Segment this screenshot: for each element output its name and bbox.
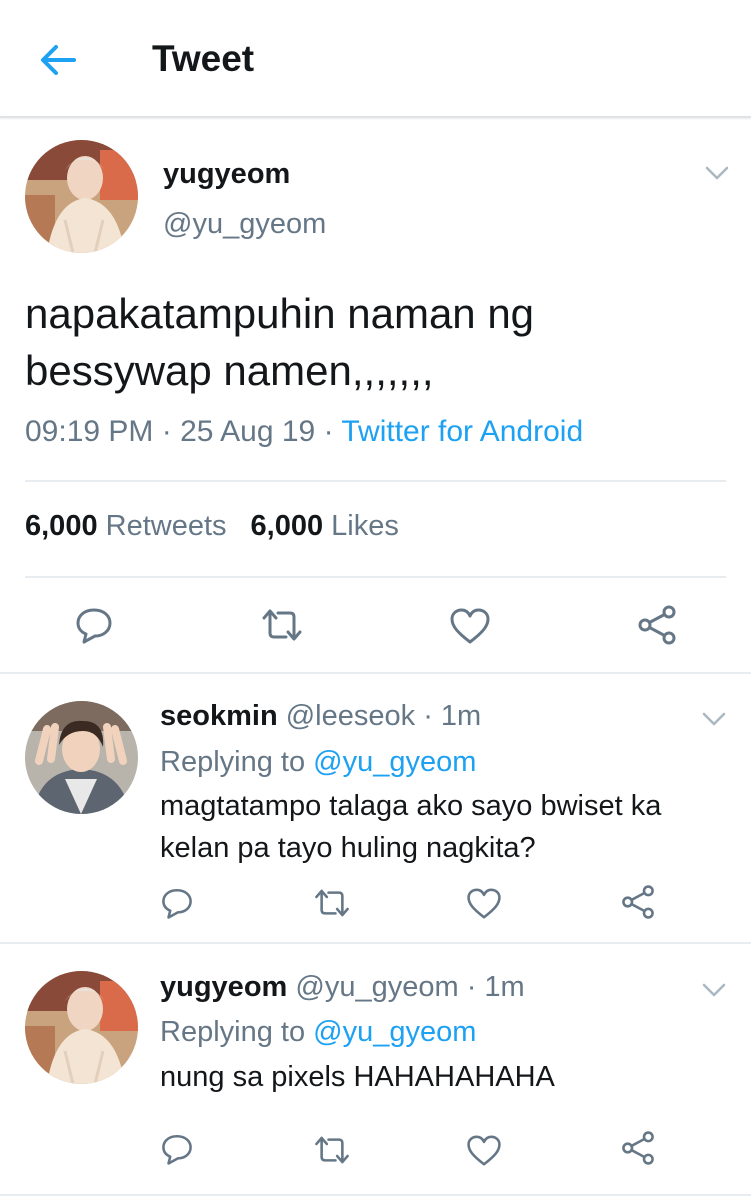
tweet-source-link[interactable]: Twitter for Android [341,415,583,448]
reply-time: 1m [440,700,482,732]
reply-icon[interactable] [74,605,114,645]
avatar[interactable] [25,140,138,253]
tweet-text-line: bessywap namen,,,,,,, [25,347,434,394]
avatar[interactable] [25,971,138,1084]
user-handle[interactable]: @yu_gyeom [295,971,458,1003]
tweet-text-line: napakatampuhin naman ng [25,290,535,337]
replying-handle-link[interactable]: @yu_gyeom [313,1016,476,1048]
meta-separator: · [415,700,441,732]
retweet-count: 6,000 [25,510,98,542]
main-tweet: yugyeom @yu_gyeom napakatampuhin naman n… [0,120,751,674]
share-icon[interactable] [620,884,656,920]
chevron-down-icon[interactable] [701,711,727,727]
meta-separator: · [315,415,342,448]
chevron-down-icon[interactable] [704,165,730,181]
reply-header: yugyeom @yu_gyeom · 1m [160,971,525,1004]
like-count: 6,000 [250,510,324,542]
divider [25,576,726,578]
reply-time: 1m [484,971,525,1003]
app-header: Tweet [0,0,751,118]
user-handle[interactable]: @yu_gyeom [163,208,326,241]
retweet-label: Retweets [105,510,227,542]
retweet-icon[interactable] [313,887,351,919]
display-name[interactable]: yugyeom [163,158,290,191]
share-icon[interactable] [636,604,678,646]
retweet-icon[interactable] [260,607,304,643]
tweet-text: magtatampo talaga ako sayo bwiset ka kel… [160,785,720,869]
user-handle[interactable]: @leeseok [286,700,415,732]
tweet-text: napakatampuhin naman ng bessywap namen,,… [25,285,725,399]
replying-to: Replying to @yu_gyeom [160,1016,476,1049]
replying-handle-link[interactable]: @yu_gyeom [313,746,476,778]
replying-to: Replying to @yu_gyeom [160,746,476,779]
tweet-meta: 09:19 PM · 25 Aug 19 · Twitter for Andro… [25,415,583,449]
reply-icon[interactable] [160,886,194,920]
divider [0,1194,751,1196]
display-name[interactable]: seokmin [160,700,278,732]
like-stat[interactable]: 6,000 Likes [251,510,399,542]
tweet-text: nung sa pixels HAHAHAHAHA [160,1056,720,1098]
page-title: Tweet [152,38,255,79]
retweet-stat[interactable]: 6,000 Retweets [25,510,227,542]
meta-separator: · [458,971,485,1003]
arrow-left-icon[interactable] [38,42,78,78]
like-icon[interactable] [466,887,502,920]
reply-header: seokmin @leeseok · 1m [160,700,481,733]
replying-label: Replying to [160,746,306,778]
tweet-text-line: magtatampo talaga ako sayo bwiset ka [160,790,662,822]
share-icon[interactable] [620,1130,656,1166]
like-icon[interactable] [466,1134,502,1167]
replying-label: Replying to [160,1016,306,1048]
reply-icon[interactable] [160,1132,194,1166]
tweet-date: 25 Aug 19 [180,415,316,448]
avatar[interactable] [25,701,138,814]
tweet-stats: 6,000 Retweets 6,000 Likes [25,510,399,543]
reply-tweet[interactable]: seokmin @leeseok · 1m Replying to @yu_gy… [0,676,751,944]
like-icon[interactable] [449,607,491,645]
retweet-icon[interactable] [313,1134,351,1166]
tweet-time: 09:19 PM [25,415,154,448]
reply-tweet[interactable]: yugyeom @yu_gyeom · 1m Replying to @yu_g… [0,944,751,1196]
tweet-text-line: kelan pa tayo huling nagkita? [160,832,536,864]
meta-separator: · [153,415,181,448]
display-name[interactable]: yugyeom [160,971,287,1003]
divider [25,480,726,482]
tweet-text-line: nung sa pixels HAHAHAHAHA [160,1061,555,1093]
chevron-down-icon[interactable] [701,982,727,998]
like-label: Likes [331,510,399,542]
